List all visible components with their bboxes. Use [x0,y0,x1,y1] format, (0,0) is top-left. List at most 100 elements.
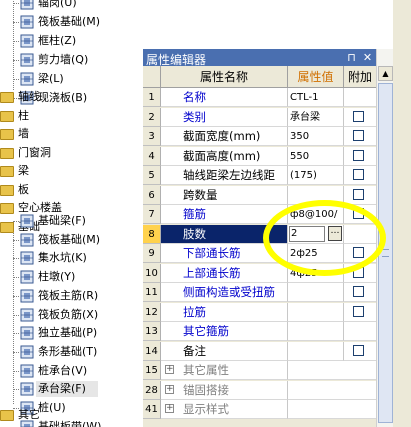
tree-connector-line [13,352,19,353]
row-number: 8 [143,224,161,244]
tree-connector-line [13,277,19,278]
tree-item[interactable]: 承台梁(F) [0,380,143,398]
extra-checkbox[interactable] [353,110,364,122]
tree-connector-line [13,60,19,61]
property-row[interactable]: 1 名称 CTL-1 [143,88,376,107]
property-name[interactable]: 侧面构造或受扭筋 [161,283,288,302]
tree-folder-item[interactable]: 门窗洞 [0,144,143,162]
property-value[interactable] [288,322,344,341]
tree-connector-line [13,258,19,259]
property-row[interactable]: 4 截面高度(mm) 550 [143,146,376,166]
tree-item-label: 柱墩(Y) [38,270,76,283]
extra-checkbox[interactable] [353,188,364,200]
property-name[interactable]: 轴线距梁左边线距 [161,166,288,185]
extra-checkbox[interactable] [353,344,364,356]
property-name[interactable]: 备注 [161,341,288,361]
row-number: 5 [143,166,161,185]
tree-item[interactable]: 独立基础(P) [0,324,143,342]
property-value[interactable] [288,283,344,302]
tree-item-label: 基础梁(F) [38,214,86,227]
property-name[interactable]: 名称 [161,88,288,107]
extra-checkbox[interactable] [353,130,364,141]
scroll-up-arrow-icon[interactable]: ▲ [378,66,393,81]
group-row-filler [288,361,376,380]
tree-item[interactable]: 桩承台(V) [0,362,143,380]
extra-checkbox[interactable] [353,169,364,180]
tree-folder-item[interactable]: 板 [0,181,143,199]
property-name[interactable]: + 锚固搭接 [161,380,288,400]
property-value[interactable]: CTL-1 [288,88,344,107]
property-row[interactable]: 13 其它箍筋 [143,322,376,341]
property-name[interactable]: 类别 [161,107,288,127]
tree-item[interactable]: 基础梁(F) [0,212,143,230]
folder-icon [0,185,14,196]
tree-item[interactable]: 筏板主筋(R) [0,287,143,305]
property-name[interactable]: 其它箍筋 [161,322,288,341]
property-name[interactable]: + 显示样式 [161,400,288,419]
property-value[interactable] [288,302,344,322]
property-row[interactable]: 11 侧面构造或受扭筋 [143,283,376,302]
header-property-name[interactable]: 属性名称 [161,66,288,88]
property-name[interactable]: 截面高度(mm) [161,146,288,166]
tree-folder-item[interactable]: 柱 [0,107,143,125]
property-group-row[interactable]: 28 + 锚固搭接 [143,380,376,400]
property-name[interactable]: 截面宽度(mm) [161,127,288,146]
property-value[interactable]: (175) [288,166,344,185]
pin-icon[interactable]: ⊓ [345,51,358,64]
tree-folder-item[interactable]: 墙 [0,125,143,143]
property-row[interactable]: 5 轴线距梁左边线距 (175) [143,166,376,185]
extra-checkbox[interactable] [353,149,364,161]
expand-plus-icon[interactable]: + [165,404,174,413]
tree-item[interactable]: 筏板基础(M) [0,231,143,249]
tree-item[interactable]: 筏板基础(M) [0,13,143,31]
row-number: 3 [143,127,161,146]
component-tree: 辐岗(U) 筏板基础(M) 框柱(Z) 剪力墙(Q) 梁(L) 现浇板(B) 轴线柱墙门窗洞… [0,0,143,427]
property-row[interactable]: 12 拉筋 [143,302,376,322]
tree-item[interactable]: 柱墩(Y) [0,268,143,286]
tree-folder-item[interactable]: 其它 [0,406,143,424]
extra-cell [344,185,376,205]
extra-checkbox[interactable] [353,286,364,297]
tree-item[interactable]: 条形基础(T) [0,343,143,361]
close-icon[interactable]: ✕ [361,51,374,64]
property-value[interactable] [288,341,344,361]
extra-cell [344,146,376,166]
tree-item[interactable]: 辐岗(U) [0,0,143,12]
property-name[interactable]: 上部通长筋 [161,263,288,283]
header-extra[interactable]: 附加 [344,66,376,88]
property-name[interactable]: 拉筋 [161,302,288,322]
property-value[interactable]: 承台梁 [288,107,344,127]
expand-plus-icon[interactable]: + [165,384,174,394]
window-edge [393,0,411,427]
extra-cell [344,302,376,322]
property-group-row[interactable]: 15 + 其它属性 [143,361,376,380]
raft-foundation-icon [20,233,34,247]
wall-icon [20,0,34,10]
property-row[interactable]: 2 类别 承台梁 [143,107,376,127]
property-group-row[interactable]: 41 + 显示样式 [143,400,376,419]
sump-pit-icon [20,251,34,265]
tree-item-label: 板 [18,183,29,196]
tree-item[interactable]: 剪力墙(Q) [0,51,143,69]
property-name[interactable]: 跨数量 [161,185,288,205]
extra-cell [344,107,376,127]
tree-item[interactable]: 框柱(Z) [0,32,143,50]
pile-cap-icon [20,364,34,378]
row-number: 10 [143,263,161,283]
tree-item-label: 筏板基础(M) [38,233,101,246]
extra-checkbox[interactable] [353,305,364,317]
tree-item[interactable]: 集水坑(K) [0,249,143,267]
expand-plus-icon[interactable]: + [165,365,174,374]
tree-folder-item[interactable]: 轴线 [0,88,143,106]
folder-icon [0,129,14,140]
tree-connector-line [13,3,19,4]
property-row[interactable]: 3 截面宽度(mm) 350 [143,127,376,146]
tree-folder-item[interactable]: 梁 [0,162,143,180]
header-property-value[interactable]: 属性值 [288,66,344,88]
property-value[interactable]: 350 [288,127,344,146]
tree-item[interactable]: 梁(L) [0,70,143,88]
tree-item[interactable]: 筏板负筋(X) [0,306,143,324]
property-row[interactable]: 14 备注 [143,341,376,361]
property-value[interactable]: 550 [288,146,344,166]
property-name[interactable]: + 其它属性 [161,361,288,380]
